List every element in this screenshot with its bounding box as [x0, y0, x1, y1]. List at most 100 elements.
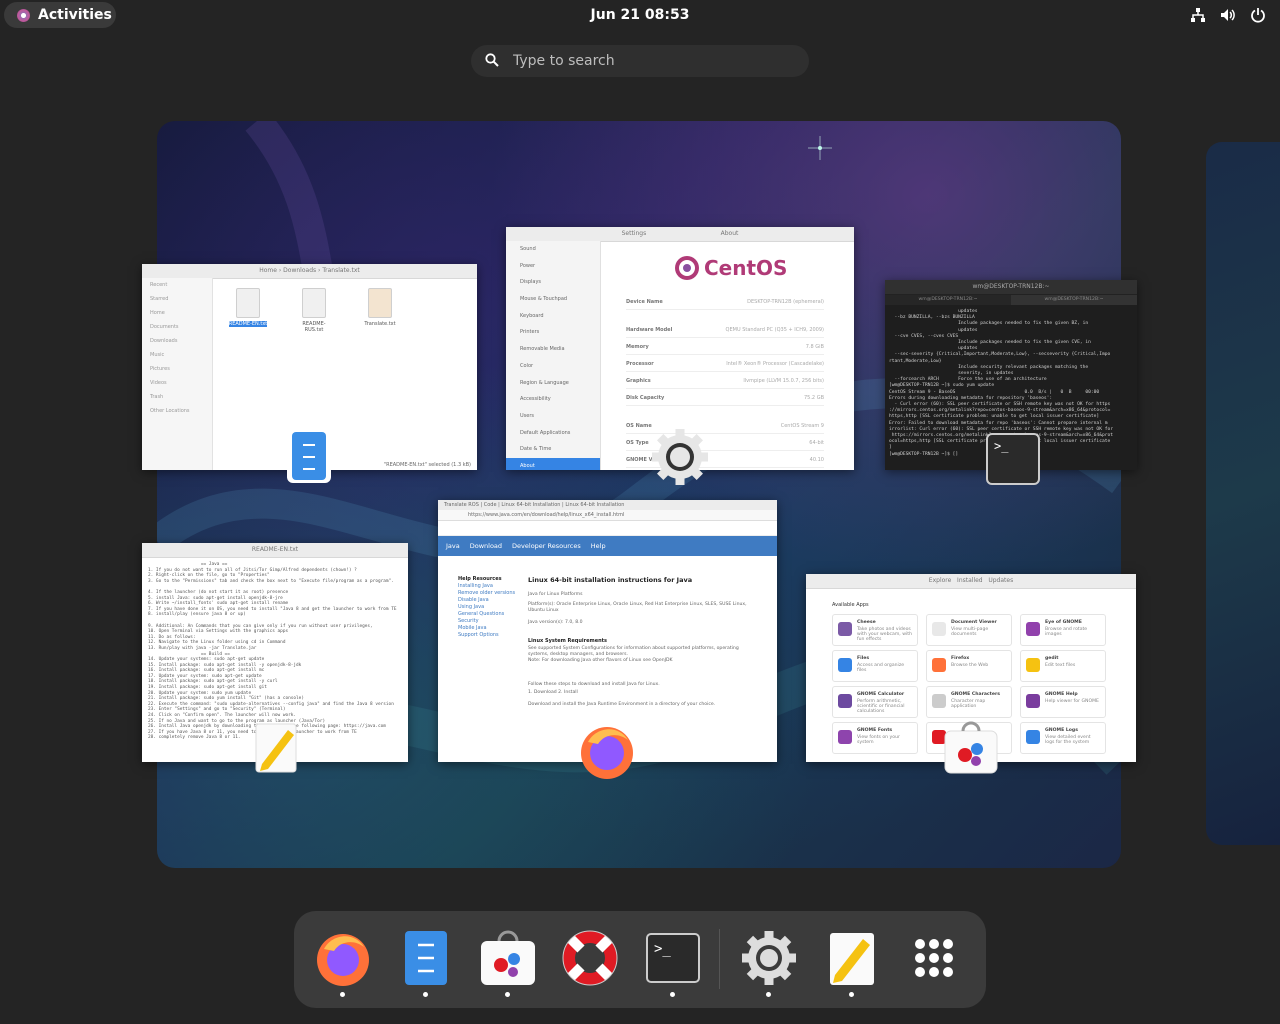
app-icon: [1026, 694, 1040, 708]
app-icon: [838, 730, 852, 744]
page-text: 1. Download 2. Install: [528, 690, 578, 695]
pencil-notepad-icon: [830, 933, 874, 985]
software-app-tile: GNOME Help Help viewer for GNOME: [1020, 686, 1106, 718]
browser-url-bar: https://www.java.com/en/download/help/li…: [438, 510, 777, 521]
app-name: Files: [857, 656, 870, 661]
dock-firefox[interactable]: [314, 929, 372, 997]
software-headerbar: Explore Installed Updates: [806, 574, 1136, 589]
running-indicator: [340, 992, 345, 997]
dock-terminal[interactable]: >_: [644, 929, 702, 997]
lifebuoy-icon: [562, 930, 618, 986]
software-bag-icon: [944, 721, 998, 774]
running-indicator: [423, 992, 428, 997]
dock: >_: [294, 911, 986, 1008]
files-status: "README-EN.txt" selected (1.3 kB): [383, 462, 471, 468]
clock[interactable]: Jun 21 08:53: [0, 7, 1280, 23]
dock-files[interactable]: [397, 929, 455, 997]
dock-show-apps[interactable]: [905, 929, 963, 987]
browser-tabs: Translate ROS | Code | Linux 64-bit Inst…: [438, 500, 777, 510]
software-app-tile: GNOME Calculator Perform arithmetic, scie…: [832, 686, 918, 718]
terminal-prompt-icon: >_: [994, 439, 1009, 453]
app-description: Help viewer for GNOME: [1045, 699, 1099, 704]
next-workspace-thumbnail[interactable]: [1206, 142, 1280, 845]
app-description: Edit text files: [1045, 663, 1076, 668]
about-row: Memory 7.8 GiB: [626, 340, 824, 355]
dock-settings[interactable]: [740, 929, 798, 997]
page-text: Platform(s): Oracle Enterprise Linux, Or…: [528, 602, 747, 613]
editor-headerbar: README-EN.txt: [142, 543, 408, 558]
pencil-notepad-icon: [255, 723, 297, 773]
software-app-tile: Firefox Browse the Web: [926, 650, 1012, 682]
app-name: Eye of GNOME: [1045, 620, 1082, 625]
dock-text-editor[interactable]: [823, 929, 881, 997]
search-icon: [485, 52, 499, 71]
search-input[interactable]: [511, 52, 775, 70]
settings-sidebar: Sound Power Displays Mouse & Touchpad Keyb…: [506, 241, 601, 470]
page-text: Java for Linux Platforms: [528, 592, 583, 597]
terminal-tabs: wm@DESKTOP-TRN12B:~ wm@DESKTOP-TRN12B:~: [885, 295, 1137, 305]
file-item: Translate.txt: [360, 288, 400, 327]
software-app-tile: Cheese Take photos and videos with your w…: [832, 614, 918, 646]
files-sidebar: Recent Starred Home Documents Downloads Mus…: [142, 278, 213, 470]
app-icon: [932, 658, 946, 672]
page-text: Java version(s): 7.0, 8.0: [528, 620, 583, 625]
app-icon: [932, 694, 946, 708]
power-icon[interactable]: [1250, 7, 1266, 23]
app-icon: [1026, 622, 1040, 636]
software-bag-icon: [481, 930, 535, 985]
centos-brand-logo: CentOS: [674, 255, 787, 281]
top-bar: Activities Jun 21 08:53: [0, 0, 1280, 32]
app-description: View fonts on your system: [857, 735, 900, 745]
firefox-icon: [581, 727, 633, 779]
volume-icon[interactable]: [1220, 7, 1236, 23]
app-name: Document Viewer: [951, 620, 997, 625]
about-row: Disk Capacity 75.2 GB: [626, 391, 824, 406]
running-indicator: [849, 992, 854, 997]
editor-content: == Java == 1. If you do not want to run …: [148, 562, 397, 741]
app-icon: [1026, 658, 1040, 672]
app-name: gedit: [1045, 656, 1059, 661]
running-indicator: [505, 992, 510, 997]
network-wired-icon[interactable]: [1190, 7, 1206, 23]
running-indicator: [766, 992, 771, 997]
running-indicator: [670, 992, 675, 997]
about-row: Device Name DESKTOP-TRN12B (ephemeral): [626, 295, 824, 310]
software-app-tile: Files Access and organize files: [832, 650, 918, 682]
file-item: README-RUS.txt: [294, 288, 334, 333]
software-app-tile: Document Viewer View multi-page documents: [926, 614, 1012, 646]
centos-logo-icon: [675, 256, 699, 280]
files-app-badge: [287, 429, 331, 483]
software-app-tile: Eye of GNOME Browse and rotate images: [1020, 614, 1106, 646]
software-app-tile: gedit Edit text files: [1020, 650, 1106, 682]
software-app-badge: [943, 721, 999, 775]
app-name: GNOME Characters: [951, 692, 1000, 697]
files-cabinet-icon: [292, 432, 326, 480]
settings-app-badge: [648, 425, 712, 489]
system-tray[interactable]: [1190, 7, 1266, 23]
app-grid-icon: [915, 939, 953, 977]
app-name: GNOME Fonts: [857, 728, 893, 733]
svg-text:>_: >_: [654, 941, 671, 957]
software-app-tile: GNOME Logs View detailed event logs for t…: [1020, 722, 1106, 754]
page-text: See supported System Configurations for …: [528, 646, 739, 657]
page-text: Note: For downloading Java other flavors…: [528, 658, 673, 663]
app-description: Browse and rotate images: [1045, 627, 1088, 637]
dock-separator: [719, 929, 720, 989]
search-bar[interactable]: [471, 45, 809, 77]
software-app-tile: GNOME Characters Character map applicatio…: [926, 686, 1012, 718]
about-row: Graphics llvmpipe (LLVM 15.0.7, 256 bits): [626, 374, 824, 389]
app-name: Cheese: [857, 620, 876, 625]
app-icon: [838, 622, 852, 636]
dock-help[interactable]: [561, 929, 619, 987]
app-icon: [838, 658, 852, 672]
page-heading: Linux 64-bit installation instructions f…: [528, 576, 693, 584]
firefox-icon: [317, 934, 369, 986]
app-name: GNOME Calculator: [857, 692, 905, 697]
app-name: GNOME Logs: [1045, 728, 1078, 733]
firefox-app-badge: [578, 722, 636, 780]
file-item: README-EN.txt: [228, 288, 268, 327]
dock-software[interactable]: [479, 929, 537, 997]
gear-icon: [742, 931, 796, 985]
settings-headerbar: Settings About: [506, 227, 854, 242]
java-site-nav: Java Download Developer Resources Help: [438, 536, 777, 556]
